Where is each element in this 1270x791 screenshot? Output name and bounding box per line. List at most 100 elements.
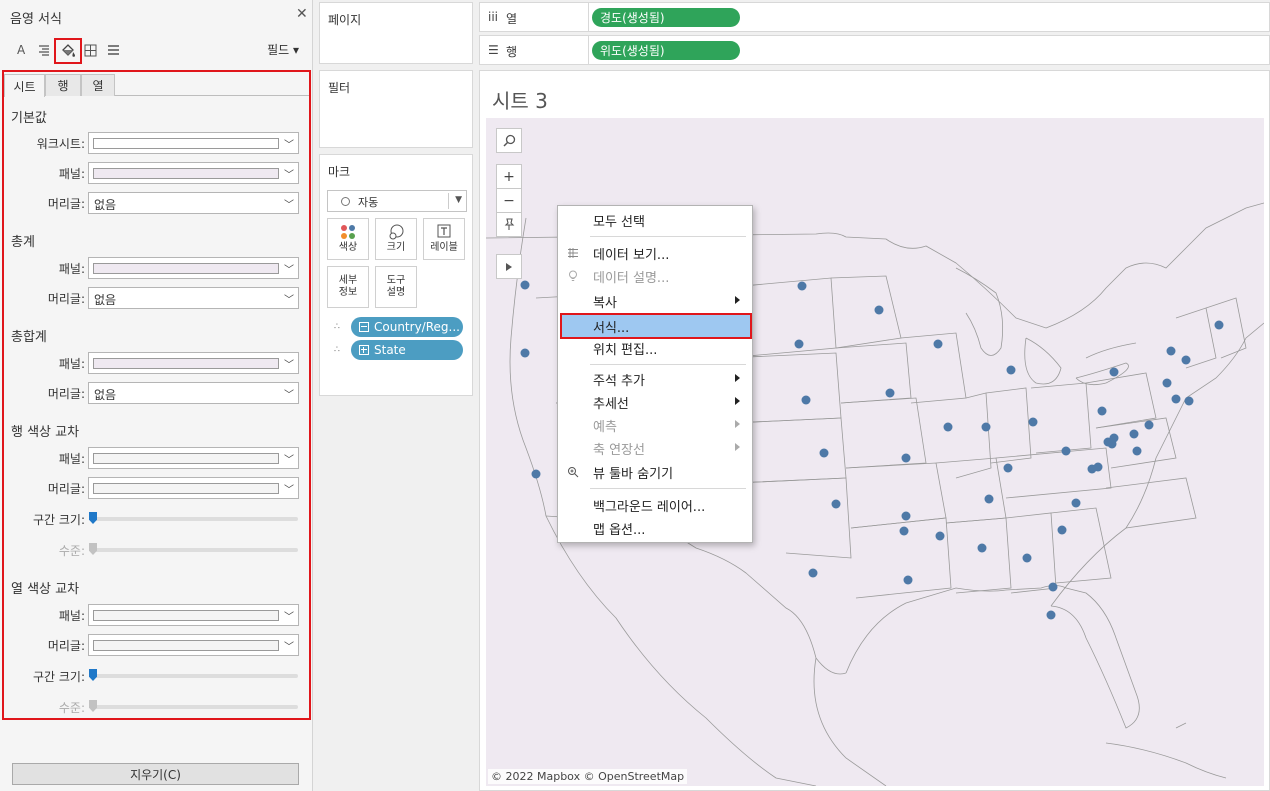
worksheet-color-dropdown[interactable]: ﹀: [88, 132, 299, 154]
grand-totals-pane-dropdown[interactable]: ﹀: [88, 352, 299, 374]
row-band-size-slider[interactable]: [92, 517, 298, 521]
state-point[interactable]: [1046, 610, 1056, 620]
state-point[interactable]: [1162, 378, 1172, 388]
fields-dropdown[interactable]: 필드 ▾: [267, 41, 299, 58]
columns-shelf[interactable]: iii 열 경도(생성됨): [479, 2, 1270, 32]
state-point[interactable]: [1214, 320, 1224, 330]
state-point[interactable]: [981, 422, 991, 432]
borders-icon[interactable]: [84, 41, 97, 59]
map-attribution[interactable]: © 2022 Mapbox © OpenStreetMap: [488, 769, 688, 784]
menu-map-options[interactable]: 맵 옵션...: [558, 517, 752, 539]
state-point[interactable]: [899, 526, 909, 536]
search-icon[interactable]: [496, 128, 522, 153]
state-point[interactable]: [797, 281, 807, 291]
label-button[interactable]: 레이블: [423, 218, 465, 260]
state-point[interactable]: [1097, 406, 1107, 416]
state-point[interactable]: [1071, 498, 1081, 508]
state-point[interactable]: [1057, 525, 1067, 535]
latitude-pill[interactable]: 위도(생성됨): [592, 41, 740, 60]
row-banding-header-dropdown[interactable]: ﹀: [88, 477, 299, 499]
state-point[interactable]: [520, 280, 530, 290]
expand-toolbar-icon[interactable]: [496, 254, 522, 279]
state-point[interactable]: [1061, 446, 1071, 456]
state-pill[interactable]: State: [351, 340, 463, 360]
close-icon[interactable]: ✕: [296, 6, 308, 22]
menu-edit-locations[interactable]: 위치 편집...: [558, 337, 752, 359]
state-point[interactable]: [1184, 396, 1194, 406]
state-point[interactable]: [1132, 446, 1142, 456]
menu-select-all[interactable]: 모두 선택: [558, 209, 752, 231]
header-color-dropdown[interactable]: 없음 ﹀: [88, 192, 299, 214]
state-point[interactable]: [794, 339, 804, 349]
zoom-out-icon[interactable]: −: [496, 188, 522, 213]
state-point[interactable]: [1144, 420, 1154, 430]
state-point[interactable]: [1181, 355, 1191, 365]
menu-axis-extension[interactable]: 축 연장선: [558, 437, 752, 459]
state-point[interactable]: [1129, 429, 1139, 439]
lines-icon[interactable]: [107, 41, 120, 59]
grand-totals-header-dropdown[interactable]: 없음 ﹀: [88, 382, 299, 404]
pane-color-dropdown[interactable]: ﹀: [88, 162, 299, 184]
state-point[interactable]: [1022, 553, 1032, 563]
state-point[interactable]: [801, 395, 811, 405]
tooltip-button[interactable]: 도구 설명: [375, 266, 417, 308]
menu-background-layers[interactable]: 백그라운드 레이어...: [558, 494, 752, 516]
state-point[interactable]: [1109, 367, 1119, 377]
state-point[interactable]: [831, 499, 841, 509]
country-region-pill[interactable]: Country/Reg...: [351, 317, 463, 337]
state-point[interactable]: [885, 388, 895, 398]
state-point[interactable]: [933, 339, 943, 349]
row-banding-pane-dropdown[interactable]: ﹀: [88, 447, 299, 469]
state-point[interactable]: [1171, 394, 1181, 404]
tab-sheet[interactable]: 시트: [4, 74, 45, 97]
state-point[interactable]: [520, 348, 530, 358]
clear-button[interactable]: 지우기(C): [12, 763, 299, 785]
menu-describe-data[interactable]: 데이터 설명...: [558, 265, 752, 287]
state-point[interactable]: [874, 305, 884, 315]
zoom-in-icon[interactable]: +: [496, 164, 522, 189]
totals-pane-dropdown[interactable]: ﹀: [88, 257, 299, 279]
state-point[interactable]: [901, 511, 911, 521]
menu-format[interactable]: 서식...: [560, 313, 752, 339]
state-point[interactable]: [531, 469, 541, 479]
state-point[interactable]: [903, 575, 913, 585]
longitude-pill[interactable]: 경도(생성됨): [592, 8, 740, 27]
state-point[interactable]: [1166, 346, 1176, 356]
pages-card[interactable]: 페이지: [319, 2, 473, 64]
menu-view-data[interactable]: 데이터 보기...: [558, 242, 752, 264]
shading-icon[interactable]: [54, 38, 82, 64]
sheet-title[interactable]: 시트 3: [492, 85, 548, 114]
state-point[interactable]: [1006, 365, 1016, 375]
mark-type-dropdown[interactable]: 자동 ▼: [327, 190, 467, 212]
expand-icon[interactable]: [359, 345, 369, 355]
color-button[interactable]: 색상: [327, 218, 369, 260]
menu-trend-lines[interactable]: 추세선: [558, 391, 752, 413]
state-point[interactable]: [1028, 417, 1038, 427]
collapse-icon[interactable]: [359, 322, 369, 332]
state-point[interactable]: [977, 543, 987, 553]
state-point[interactable]: [943, 422, 953, 432]
tab-columns[interactable]: 열: [81, 74, 115, 96]
menu-annotate[interactable]: 주석 추가: [558, 368, 752, 390]
state-point[interactable]: [808, 568, 818, 578]
state-point[interactable]: [901, 453, 911, 463]
detail-button[interactable]: 세부 정보: [327, 266, 369, 308]
tab-rows[interactable]: 행: [45, 74, 81, 96]
size-button[interactable]: 크기: [375, 218, 417, 260]
state-point[interactable]: [1087, 464, 1097, 474]
state-point[interactable]: [819, 448, 829, 458]
rows-shelf[interactable]: ☰ 행 위도(생성됨): [479, 35, 1270, 65]
col-banding-pane-dropdown[interactable]: ﹀: [88, 604, 299, 626]
menu-hide-view-toolbar[interactable]: 뷰 툴바 숨기기: [558, 461, 752, 483]
alignment-icon[interactable]: [38, 41, 50, 59]
font-format-icon[interactable]: A: [17, 41, 25, 59]
state-point[interactable]: [984, 494, 994, 504]
filters-card[interactable]: 필터: [319, 70, 473, 148]
state-point[interactable]: [1103, 437, 1113, 447]
col-banding-header-dropdown[interactable]: ﹀: [88, 634, 299, 656]
pin-icon[interactable]: [496, 212, 522, 237]
state-point[interactable]: [1048, 582, 1058, 592]
totals-header-dropdown[interactable]: 없음 ﹀: [88, 287, 299, 309]
state-point[interactable]: [1003, 463, 1013, 473]
menu-copy[interactable]: 복사: [558, 290, 752, 312]
